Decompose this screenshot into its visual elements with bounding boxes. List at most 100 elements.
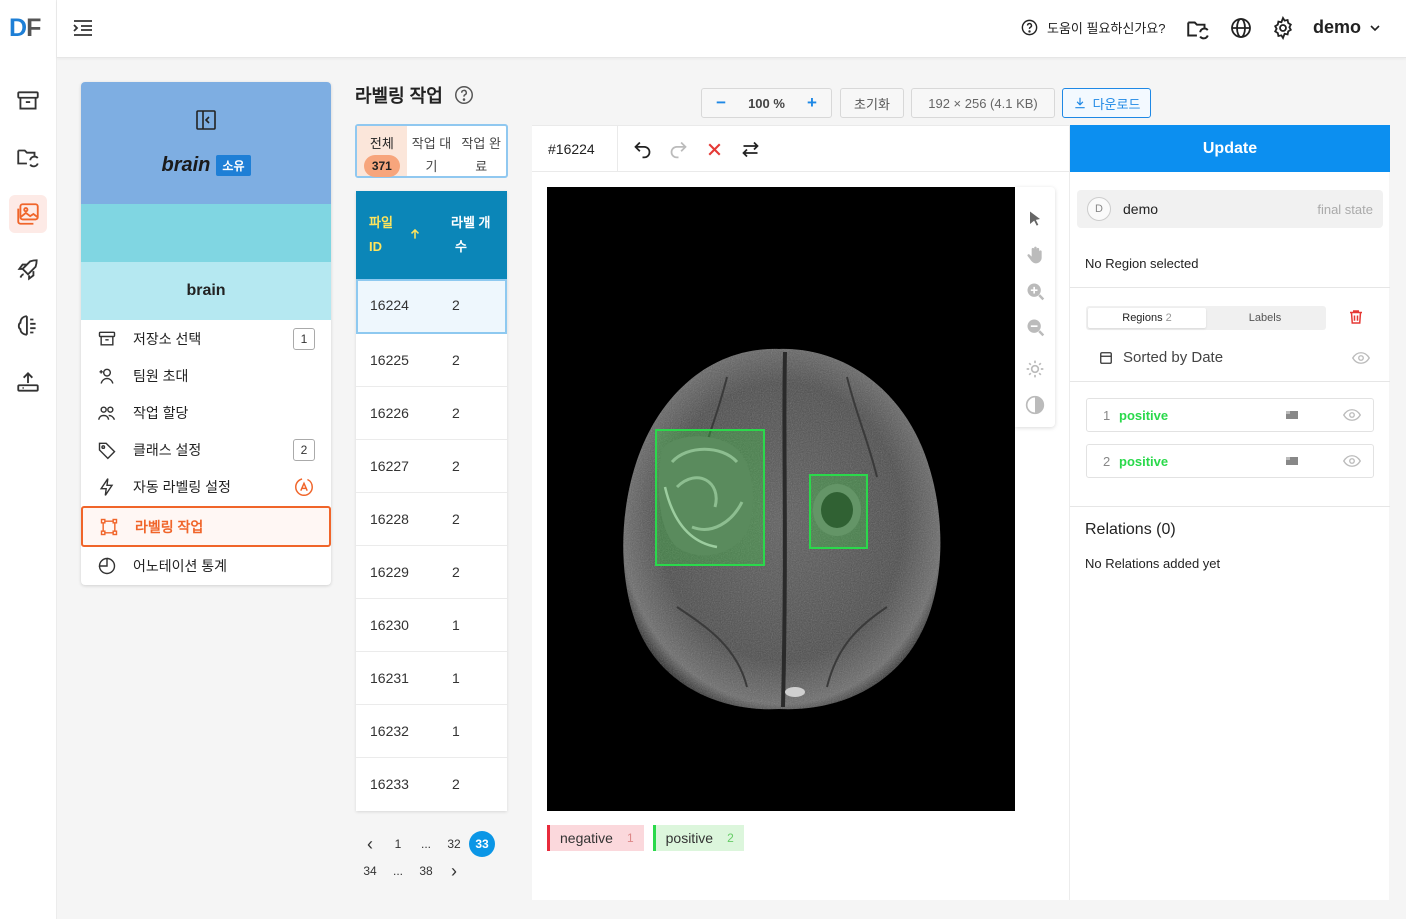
- pager-ellipsis: ...: [420, 837, 431, 851]
- annotation-card[interactable]: D demo final state: [1077, 190, 1383, 228]
- eye-icon[interactable]: [1343, 454, 1361, 468]
- menu-toggle-icon[interactable]: [71, 16, 95, 40]
- redo-icon[interactable]: [668, 139, 689, 160]
- brightness-tool-icon[interactable]: [1025, 359, 1045, 379]
- help-circle-icon[interactable]: [453, 84, 475, 106]
- help-link[interactable]: 도움이 필요하신가요?: [1020, 18, 1165, 37]
- pager-next[interactable]: ›: [440, 859, 468, 883]
- region-item[interactable]: 2 positive: [1086, 444, 1374, 478]
- sort-arrow-up-icon[interactable]: [408, 227, 422, 241]
- zoom-in-button[interactable]: +: [807, 93, 817, 113]
- top-bar: 도움이 필요하신가요? demo: [57, 0, 1406, 58]
- globe-icon[interactable]: [1229, 16, 1253, 40]
- eye-icon[interactable]: [1343, 408, 1361, 422]
- tab-done[interactable]: 작업 완 료: [456, 126, 506, 176]
- nav-labeling-task[interactable]: 라벨링 작업: [81, 506, 331, 547]
- hand-tool-icon[interactable]: [1025, 245, 1045, 265]
- table-row[interactable]: 16232 1: [356, 705, 507, 758]
- table-row[interactable]: 16230 1: [356, 599, 507, 652]
- nav-count-badge: 2: [293, 439, 315, 461]
- legend-negative[interactable]: negative 1: [547, 825, 644, 851]
- nav-storage-select[interactable]: 저장소 선택 1: [81, 320, 331, 357]
- pager-prev[interactable]: ‹: [356, 832, 384, 856]
- table-row[interactable]: 16225 2: [356, 334, 507, 387]
- no-region-text: No Region selected: [1085, 256, 1199, 271]
- rail-brain-icon[interactable]: [9, 307, 47, 345]
- tab-regions[interactable]: Regions 2: [1088, 308, 1206, 328]
- annotation-state: final state: [1317, 201, 1373, 217]
- contrast-tool-icon[interactable]: [1025, 395, 1045, 415]
- zoom-in-tool-icon[interactable]: [1025, 281, 1045, 301]
- table-row[interactable]: 16229 2: [356, 546, 507, 599]
- delete-x-icon[interactable]: [704, 139, 725, 160]
- rail-images-icon[interactable]: [9, 195, 47, 233]
- divider: [617, 126, 618, 172]
- image-canvas[interactable]: [547, 187, 1015, 811]
- reset-button[interactable]: 초기화: [840, 88, 904, 118]
- bolt-icon: [97, 477, 117, 497]
- zoom-control: − 100 % +: [701, 88, 832, 118]
- project-band: [81, 204, 331, 262]
- col-label-count[interactable]: 라벨 개수: [451, 211, 491, 259]
- annotator-name: demo: [1123, 201, 1159, 217]
- tab-waiting[interactable]: 작업 대 기: [407, 126, 457, 176]
- swap-icon[interactable]: [740, 139, 761, 160]
- region-box-1: [655, 429, 765, 566]
- col-file-id[interactable]: 파일 ID: [369, 211, 393, 259]
- tab-all[interactable]: 전체 371: [357, 126, 407, 177]
- help-text: 도움이 필요하신가요?: [1047, 21, 1166, 36]
- undo-icon[interactable]: [632, 139, 653, 160]
- table-row[interactable]: 16224 2: [356, 279, 507, 334]
- rectangle-icon: [1285, 410, 1299, 420]
- project-header: brain 소유: [81, 82, 331, 204]
- avatar: D: [1087, 197, 1111, 221]
- nav-class-settings[interactable]: 클래스 설정 2: [81, 431, 331, 468]
- zoom-out-tool-icon[interactable]: [1025, 317, 1045, 337]
- pager-page[interactable]: 32: [440, 832, 468, 856]
- nav-annotation-stats[interactable]: 어노테이션 통계: [81, 547, 331, 584]
- project-header-title: brain: [161, 154, 211, 176]
- rail-archive-icon[interactable]: [9, 82, 47, 120]
- logo[interactable]: DF: [9, 14, 41, 43]
- cursor-tool-icon[interactable]: [1025, 209, 1045, 229]
- download-button[interactable]: 다운로드: [1062, 88, 1151, 118]
- pager-current-page[interactable]: 33: [469, 831, 495, 857]
- pager-page[interactable]: 1: [384, 832, 412, 856]
- help-circle-icon: [1021, 19, 1038, 36]
- auto-a-icon: [293, 476, 315, 498]
- chevron-down-icon: [1370, 24, 1380, 31]
- nav-auto-labeling[interactable]: 자동 라벨링 설정: [81, 468, 331, 505]
- pie-chart-icon: [97, 556, 117, 576]
- table-row[interactable]: 16226 2: [356, 387, 507, 440]
- table-row[interactable]: 16228 2: [356, 493, 507, 546]
- table-row[interactable]: 16227 2: [356, 440, 507, 493]
- rail-upload-icon[interactable]: [9, 363, 47, 401]
- relations-empty-text: No Relations added yet: [1085, 556, 1221, 571]
- zoom-out-button[interactable]: −: [716, 93, 726, 113]
- pager-page[interactable]: 38: [412, 859, 440, 883]
- tab-labels[interactable]: Labels: [1206, 308, 1324, 328]
- update-button[interactable]: Update: [1070, 125, 1390, 172]
- rail-folder-sync-icon[interactable]: [9, 138, 47, 176]
- trash-icon[interactable]: [1347, 308, 1365, 326]
- file-table-header: 파일 ID 라벨 개수: [356, 191, 507, 279]
- nav-invite-members[interactable]: 팀원 초대: [81, 357, 331, 394]
- label-legend: negative 1 positive 2: [547, 825, 744, 851]
- tag-icon: [97, 440, 117, 460]
- project-name: brain: [81, 262, 331, 320]
- table-row[interactable]: 16231 1: [356, 652, 507, 705]
- user-menu[interactable]: demo: [1313, 17, 1383, 38]
- collapse-panel-icon[interactable]: [194, 108, 218, 132]
- folder-sync-icon[interactable]: [1185, 16, 1211, 42]
- legend-positive[interactable]: positive 2: [652, 825, 744, 851]
- pager-page[interactable]: 34: [356, 859, 384, 883]
- eye-icon[interactable]: [1352, 351, 1370, 365]
- region-item[interactable]: 1 positive: [1086, 398, 1374, 432]
- nav-task-assign[interactable]: 작업 할당: [81, 394, 331, 431]
- gear-icon[interactable]: [1271, 16, 1295, 40]
- user-plus-icon: [97, 366, 117, 386]
- owner-badge: 소유: [216, 155, 251, 176]
- rail-rocket-icon[interactable]: [9, 251, 47, 289]
- table-row[interactable]: 16233 2: [356, 758, 507, 811]
- sort-control[interactable]: Sorted by Date: [1099, 349, 1223, 366]
